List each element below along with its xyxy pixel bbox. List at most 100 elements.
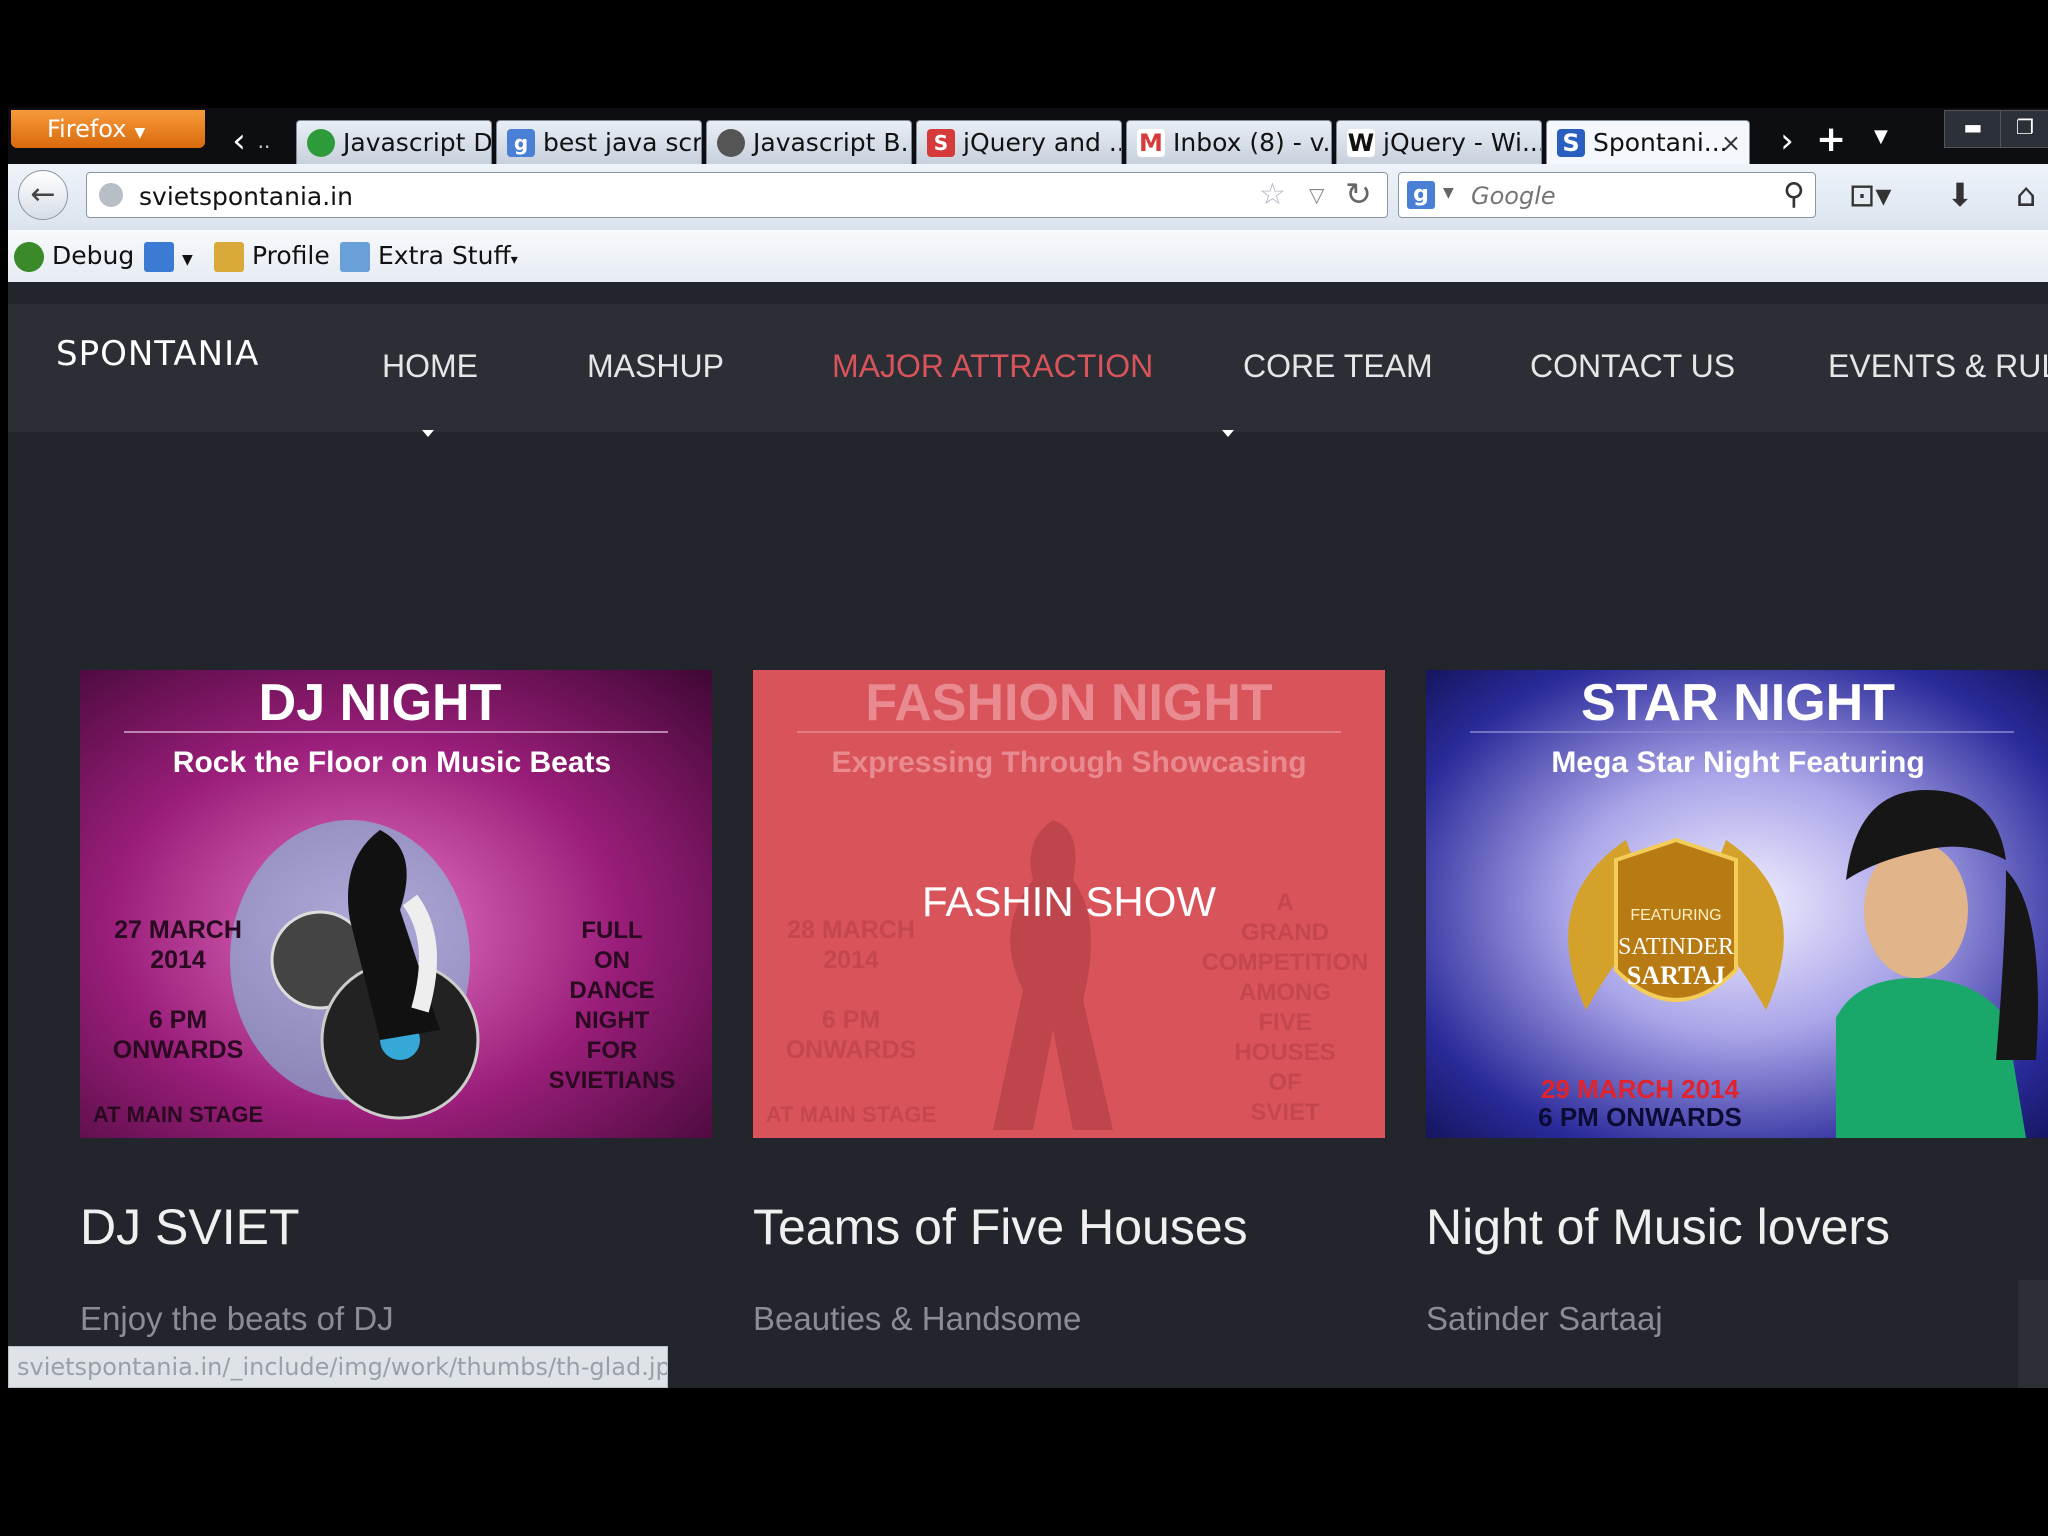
tab-best-java[interactable]: g best java scr... [496,120,702,164]
card-title[interactable]: DJ SVIET [80,1198,299,1256]
tab-jquery-wiki[interactable]: W jQuery - Wi... [1336,120,1542,164]
firefox-menu-label: Firefox [47,115,127,143]
bookmark-star-icon[interactable]: ☆ [1259,177,1286,212]
tab-javascript-b[interactable]: Javascript B... [706,120,912,164]
fashion-poster-time2: ONWARDS [786,1036,917,1064]
fashion-poster-side: FIVE [1258,1009,1311,1036]
chevron-down-icon: ▼ [134,125,146,141]
nav-caret-icon [1222,430,1234,437]
new-tab-icon[interactable]: + [1816,120,1846,160]
dj-poster-date2: 2014 [150,946,206,974]
dj-poster-venue: AT MAIN STAGE [93,1102,263,1127]
chevron-down-icon: ▾ [510,252,518,268]
google-search-engine-icon[interactable]: g [1407,181,1435,209]
dj-poster-time1: 6 PM [149,1006,207,1034]
tab-title: Spontani... [1593,128,1728,157]
nav-caret-icon [422,430,434,437]
globe-icon [99,183,123,207]
star-poster-badge-top: FEATURING [1630,907,1721,924]
card-title[interactable]: Night of Music lovers [1426,1198,1890,1256]
home-icon[interactable]: ⌂ [2004,172,2048,218]
star-night-poster: STAR NIGHT Mega Star Night Featuring FEA… [1426,670,2048,1138]
restore-icon[interactable]: ❐ [2000,110,2048,148]
nav-major-attraction[interactable]: MAJOR ATTRACTION [832,348,1153,385]
search-bar[interactable]: g ▼ ⚲ [1398,172,1816,218]
tab-title: best java scr... [543,128,701,157]
extra-stuff-button[interactable]: Extra Stuff▾ [340,238,518,274]
bookmark-label: Extra Stuff [378,241,511,270]
dj-poster-side: ON [594,947,630,974]
dj-poster-side: FOR [587,1037,638,1064]
star-poster-heading: STAR NIGHT [1581,674,1895,732]
bookmarks-menu-icon[interactable]: ⊡▾ [1840,172,1900,218]
nav-core-team[interactable]: CORE TEAM [1243,348,1433,385]
fashion-poster-venue: AT MAIN STAGE [766,1102,936,1127]
dj-poster-heading: DJ NIGHT [259,674,502,732]
dj-poster-time2: ONWARDS [113,1036,244,1064]
fashion-poster-side: AMONG [1239,979,1331,1006]
url-input[interactable] [137,177,1241,215]
star-poster-badge-name2: SARTAJ [1627,961,1725,990]
back-button[interactable]: ← [18,170,68,220]
google-icon: g [507,129,535,157]
nav-mashup[interactable]: MASHUP [587,348,724,385]
folder-icon [340,242,370,272]
debug-button[interactable]: Debug [14,238,134,274]
star-poster-badge-name1: SATINDER [1618,934,1734,960]
fashion-poster-date2: 2014 [823,946,879,974]
navigation-toolbar: ← ☆ ▽ ↻ g ▼ ⚲ ⊡▾ ⬇ ⌂ [8,164,2048,231]
tab-jquery-and[interactable]: S jQuery and ... [916,120,1122,164]
chevron-down-icon[interactable]: ▼ [1443,185,1454,201]
tab-overflow-icon: .. [257,129,271,153]
spontania-icon: S [1557,129,1585,157]
dj-poster-date1: 27 MARCH [114,916,242,944]
tab-scroll-right-icon[interactable]: › [1770,118,1804,164]
tab-inbox[interactable]: M Inbox (8) - v... [1126,120,1332,164]
close-icon[interactable]: × [1721,121,1741,164]
event-card-dj-night[interactable]: DJ NIGHT Rock the Floor on Music Beats 2… [80,670,712,1138]
loading-icon [307,129,335,157]
history-dropdown-icon[interactable]: ▽ [1309,183,1324,207]
dj-poster-side: SVIETIANS [549,1067,676,1094]
downloads-icon[interactable]: ⬇ [1936,172,1984,218]
fashion-poster-side: SVIET [1250,1099,1320,1126]
browser-window: Firefox ▼ ‹ .. Javascript D... g best jav… [8,108,2048,1388]
tab-title: jQuery - Wi... [1383,128,1542,157]
nav-home[interactable]: HOME [382,348,478,385]
profile-button[interactable]: Profile [214,238,330,274]
tab-title: jQuery and ... [963,128,1122,157]
fashion-poster-side: COMPETITION [1202,949,1369,976]
nav-events-rules[interactable]: EVENTS & RULI [1828,348,2048,385]
dj-poster-tagline: Rock the Floor on Music Beats [173,746,611,779]
nav-contact-us[interactable]: CONTACT US [1530,348,1735,385]
back-to-top-button[interactable] [2018,1280,2048,1388]
tab-spontania[interactable]: S Spontani... × [1546,120,1750,164]
image-button[interactable]: ▼ [144,238,193,274]
fashion-poster-side: OF [1268,1069,1301,1096]
fashion-poster-heading: FASHION NIGHT [865,674,1273,732]
event-card-star-night[interactable]: STAR NIGHT Mega Star Night Featuring FEA… [1426,670,2048,1138]
url-bar[interactable]: ☆ ▽ ↻ [86,172,1388,218]
profile-icon [214,242,244,272]
minimize-icon[interactable]: ▬ [1944,110,2002,148]
tab-javascript-d[interactable]: Javascript D... [296,120,492,164]
site-logo[interactable]: SPONTANIA [56,334,259,374]
card-subtitle: Beauties & Handsome [753,1300,1082,1337]
bookmarks-toolbar: Debug ▼ Profile Extra Stuff▾ [8,230,2048,282]
list-all-tabs-icon[interactable]: ▼ [1874,126,1888,147]
tab-title: Inbox (8) - v... [1173,128,1332,157]
card-hover-label: FASHIN SHOW [921,878,1217,925]
chevron-down-icon: ▼ [182,252,193,268]
card-title[interactable]: Teams of Five Houses [753,1198,1248,1256]
firefox-menu-button[interactable]: Firefox ▼ [11,110,205,148]
tab-scroll-left-icon[interactable]: ‹ [222,118,256,164]
fashion-poster-side: HOUSES [1234,1039,1335,1066]
search-input[interactable] [1469,177,1763,215]
reload-icon[interactable]: ↻ [1345,175,1372,213]
image-icon [144,242,174,272]
search-icon[interactable]: ⚲ [1783,177,1805,212]
star-poster-tagline: Mega Star Night Featuring [1551,746,1924,779]
card-subtitle: Enjoy the beats of DJ [80,1300,394,1337]
event-card-fashion-night[interactable]: FASHION NIGHT Expressing Through Showcas… [753,670,1385,1138]
slideshare-icon: S [927,129,955,157]
